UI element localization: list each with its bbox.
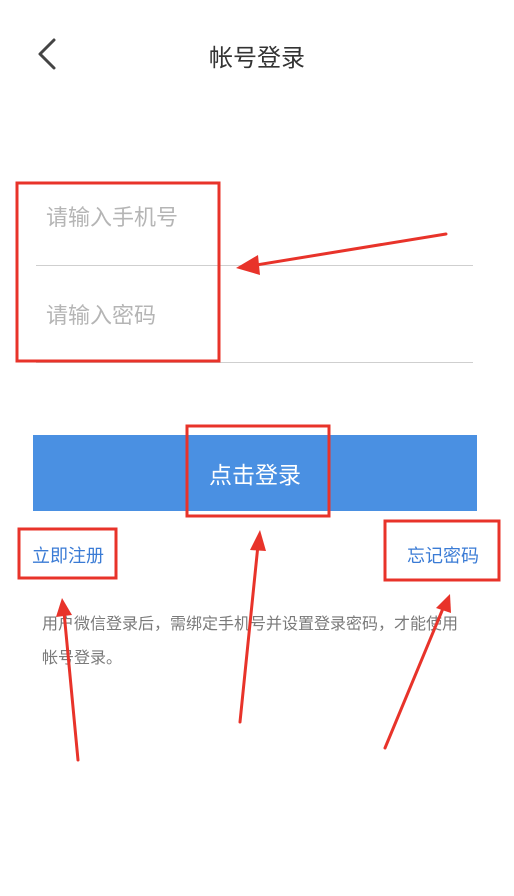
password-divider [36,362,473,363]
phone-input[interactable] [36,188,473,248]
phone-field[interactable] [36,188,473,248]
login-button[interactable]: 点击登录 [33,435,477,511]
forgot-password-link[interactable]: 忘记密码 [407,542,479,568]
login-hint-text: 用户微信登录后，需绑定手机号并设置登录密码，才能使用帐号登录。 [42,614,459,667]
header: 帐号登录 [0,0,514,110]
register-link[interactable]: 立即注册 [32,542,104,568]
password-input[interactable] [36,286,473,346]
phone-divider [36,265,473,266]
page-title: 帐号登录 [209,44,305,72]
password-field[interactable] [36,286,473,346]
